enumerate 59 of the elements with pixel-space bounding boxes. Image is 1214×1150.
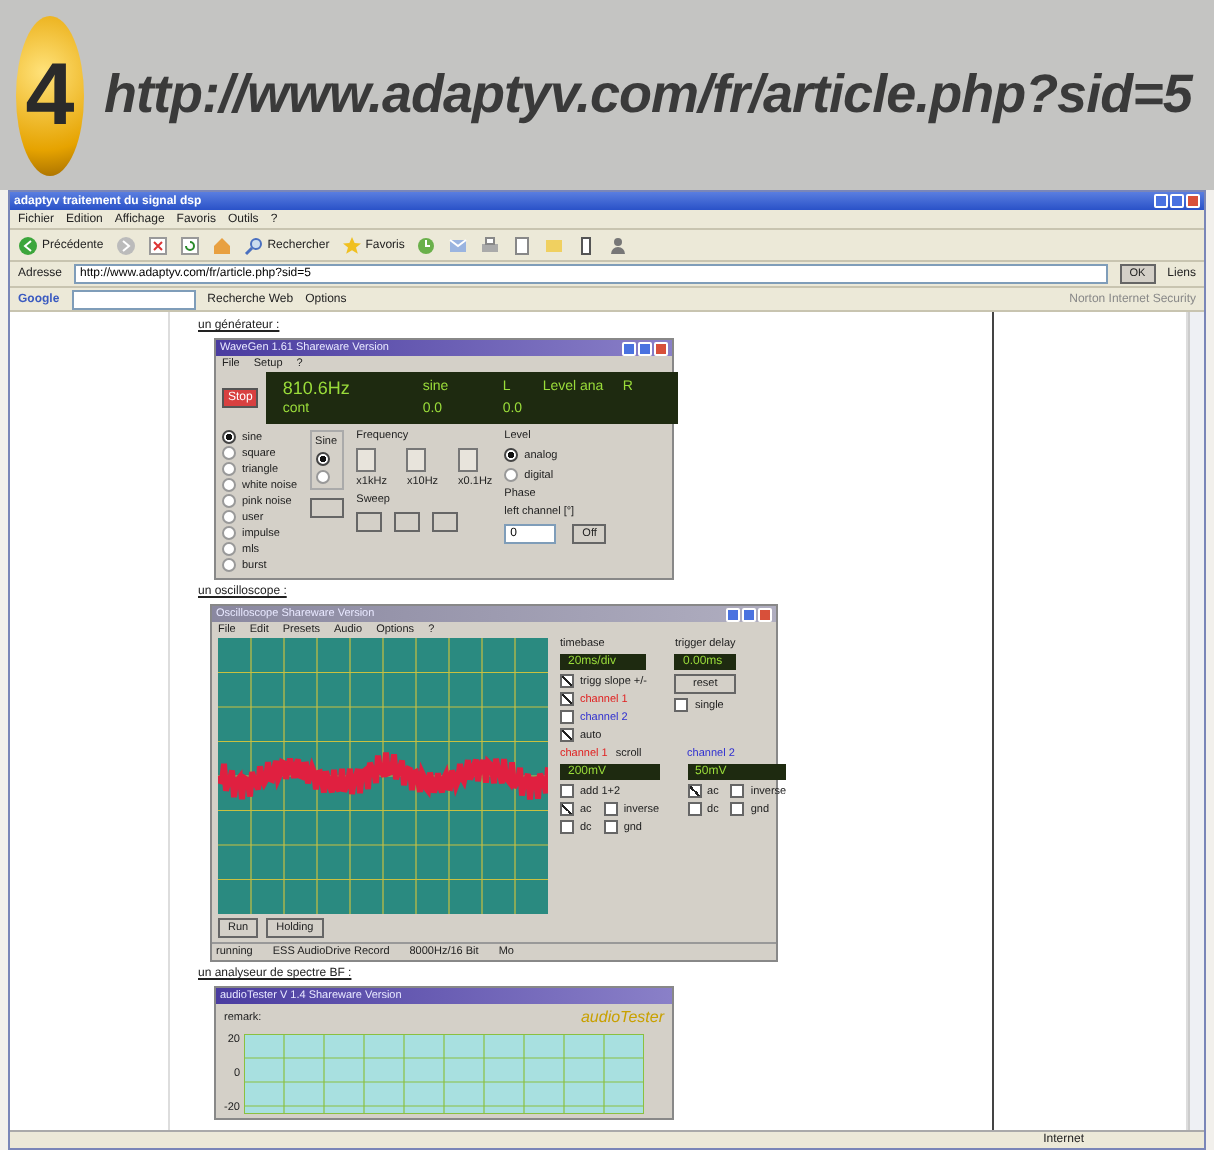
button[interactable]	[309, 498, 345, 518]
forward-icon	[115, 235, 136, 255]
radio-button[interactable]	[222, 542, 236, 556]
radio-button[interactable]	[222, 462, 236, 476]
close-button[interactable]	[758, 607, 772, 621]
spin-button[interactable]	[458, 448, 479, 472]
radio-button[interactable]	[222, 446, 236, 460]
radio-button[interactable]	[222, 526, 236, 540]
checkbox[interactable]	[603, 802, 618, 816]
button[interactable]	[356, 512, 383, 532]
checkbox[interactable]	[560, 710, 574, 724]
star-icon	[341, 235, 362, 255]
radio-button[interactable]	[315, 470, 330, 484]
refresh-icon	[179, 235, 200, 255]
document-icon	[512, 235, 533, 255]
stop-icon	[147, 235, 168, 255]
radio-button[interactable]	[504, 468, 519, 482]
checkbox[interactable]	[560, 802, 574, 816]
button[interactable]	[432, 512, 459, 532]
checkbox[interactable]	[560, 692, 574, 706]
app-logo: audioTester	[580, 1008, 664, 1026]
maximize-button[interactable]	[1170, 194, 1184, 208]
radio-button[interactable]	[222, 430, 236, 444]
person-icon	[608, 235, 629, 255]
history-icon	[416, 235, 437, 255]
step-number: 4	[16, 15, 84, 175]
close-button[interactable]	[654, 341, 668, 355]
url-heading: http://www.adaptyv.com/fr/article.php?sid=5	[104, 64, 1192, 126]
spin-button[interactable]	[406, 448, 427, 472]
radio-button[interactable]	[315, 452, 330, 466]
folder-icon	[544, 235, 565, 255]
checkbox[interactable]	[560, 784, 574, 798]
search-field[interactable]	[71, 289, 196, 309]
display-text: 810.6Hz	[282, 377, 352, 397]
home-icon	[211, 235, 232, 255]
checkbox[interactable]	[560, 674, 574, 688]
minimize-button[interactable]	[1154, 194, 1168, 208]
scrollbar[interactable]	[1188, 312, 1204, 1130]
checkbox[interactable]	[687, 784, 702, 798]
radio-button[interactable]	[222, 510, 236, 524]
checkbox[interactable]	[687, 802, 702, 816]
printer-icon	[480, 235, 501, 255]
back-icon	[18, 235, 38, 255]
radio-button[interactable]	[504, 448, 519, 462]
checkbox[interactable]	[674, 698, 689, 712]
radio-button[interactable]	[222, 478, 236, 492]
radio-button[interactable]	[222, 558, 236, 572]
radio-button[interactable]	[222, 494, 236, 508]
spin-button[interactable]	[356, 448, 377, 472]
button[interactable]	[394, 512, 421, 532]
mail-icon	[448, 235, 469, 255]
checkbox[interactable]	[730, 802, 745, 816]
checkbox[interactable]	[730, 784, 745, 798]
device-icon	[576, 235, 597, 255]
checkbox[interactable]	[560, 820, 574, 834]
close-button[interactable]	[1186, 194, 1200, 208]
checkbox[interactable]	[560, 728, 574, 742]
checkbox[interactable]	[603, 820, 618, 834]
search-icon	[243, 235, 264, 255]
